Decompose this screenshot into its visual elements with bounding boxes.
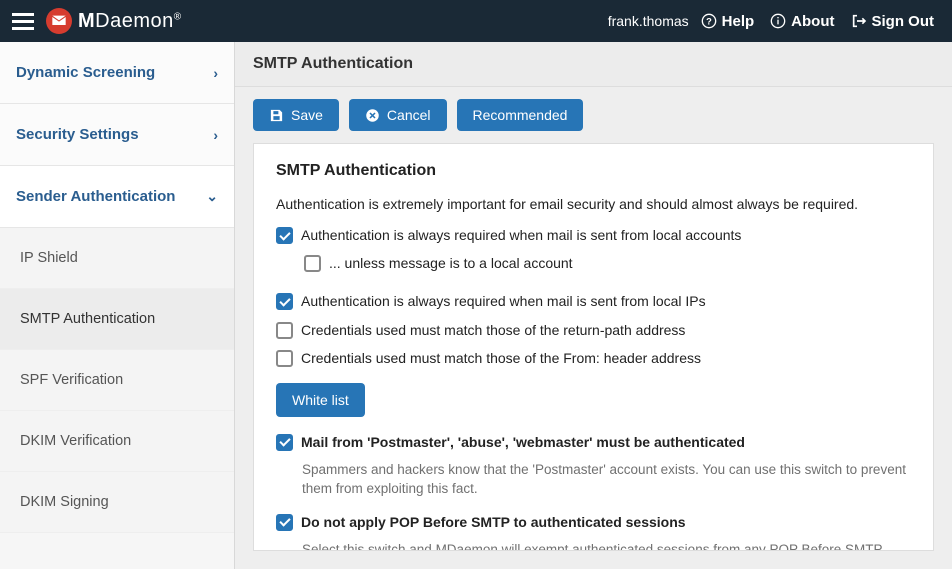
toolbar: Save Cancel Recommended <box>235 87 952 143</box>
opt-pop-before[interactable]: Do not apply POP Before SMTP to authenti… <box>276 513 911 531</box>
whitelist-button[interactable]: White list <box>276 383 365 417</box>
envelope-icon <box>46 8 72 34</box>
sidebar-sub-dkim-verification[interactable]: DKIM Verification <box>0 411 234 472</box>
sidebar-sub-ip-shield[interactable]: IP Shield <box>0 228 234 289</box>
help-link[interactable]: ? Help <box>693 13 763 30</box>
checkbox-label: Do not apply POP Before SMTP to authenti… <box>301 513 686 531</box>
sidebar-sub-spf-verification[interactable]: SPF Verification <box>0 350 234 411</box>
checkbox[interactable] <box>276 293 293 310</box>
sidebar-item-label: Sender Authentication <box>16 188 175 205</box>
checkbox[interactable] <box>276 322 293 339</box>
username[interactable]: frank.thomas <box>600 13 693 29</box>
save-icon <box>269 108 284 123</box>
sidebar-item-security-settings[interactable]: Security Settings › <box>0 104 234 166</box>
save-button[interactable]: Save <box>253 99 339 131</box>
sidebar: Dynamic Screening › Security Settings › … <box>0 42 235 569</box>
sidebar-item-label: Security Settings <box>16 126 139 143</box>
topbar: MDaemon® frank.thomas ? Help About Sign … <box>0 0 952 42</box>
page-title: SMTP Authentication <box>235 42 952 87</box>
checkbox-label: ... unless message is to a local account <box>329 254 573 272</box>
opt-local-ips[interactable]: Authentication is always required when m… <box>276 292 911 310</box>
cancel-button[interactable]: Cancel <box>349 99 447 131</box>
checkbox-label: Authentication is always required when m… <box>301 292 706 310</box>
panel-title: SMTP Authentication <box>276 162 911 180</box>
checkbox[interactable] <box>304 255 321 272</box>
chevron-right-icon: › <box>213 127 218 143</box>
svg-text:?: ? <box>706 16 712 26</box>
settings-panel: SMTP Authentication Authentication is ex… <box>253 143 934 551</box>
opt-unless-local[interactable]: ... unless message is to a local account <box>304 254 911 272</box>
checkbox-label: Credentials used must match those of the… <box>301 321 685 339</box>
opt-postmaster[interactable]: Mail from 'Postmaster', 'abuse', 'webmas… <box>276 433 911 451</box>
menu-icon[interactable] <box>0 13 46 30</box>
about-link[interactable]: About <box>762 13 842 30</box>
checkbox[interactable] <box>276 227 293 244</box>
app-name: MDaemon® <box>78 10 182 33</box>
sidebar-item-label: Dynamic Screening <box>16 64 155 81</box>
checkbox-label: Credentials used must match those of the… <box>301 349 701 367</box>
signout-link[interactable]: Sign Out <box>843 13 943 30</box>
sidebar-item-sender-authentication[interactable]: Sender Authentication ⌄ <box>0 166 234 228</box>
sidebar-sub-smtp-authentication[interactable]: SMTP Authentication <box>0 289 234 350</box>
sidebar-item-dynamic-screening[interactable]: Dynamic Screening › <box>0 42 234 104</box>
sidebar-sub-dkim-signing[interactable]: DKIM Signing <box>0 472 234 533</box>
panel-intro: Authentication is extremely important fo… <box>276 196 911 212</box>
checkbox[interactable] <box>276 514 293 531</box>
app-logo[interactable]: MDaemon® <box>46 8 182 34</box>
cancel-icon <box>365 108 380 123</box>
main: SMTP Authentication Save Cancel Recommen… <box>235 42 952 569</box>
recommended-button[interactable]: Recommended <box>457 99 584 131</box>
checkbox[interactable] <box>276 434 293 451</box>
help-icon: ? <box>701 13 717 29</box>
opt-local-accounts[interactable]: Authentication is always required when m… <box>276 226 911 244</box>
opt-match-return[interactable]: Credentials used must match those of the… <box>276 321 911 339</box>
info-icon <box>770 13 786 29</box>
opt-pop-before-desc: Select this switch and MDaemon will exem… <box>302 541 911 551</box>
signout-icon <box>851 13 867 29</box>
checkbox-label: Mail from 'Postmaster', 'abuse', 'webmas… <box>301 433 745 451</box>
opt-match-from[interactable]: Credentials used must match those of the… <box>276 349 911 367</box>
checkbox[interactable] <box>276 350 293 367</box>
checkbox-label: Authentication is always required when m… <box>301 226 741 244</box>
chevron-right-icon: › <box>213 65 218 81</box>
chevron-down-icon: ⌄ <box>206 188 218 205</box>
opt-postmaster-desc: Spammers and hackers know that the 'Post… <box>302 461 911 499</box>
